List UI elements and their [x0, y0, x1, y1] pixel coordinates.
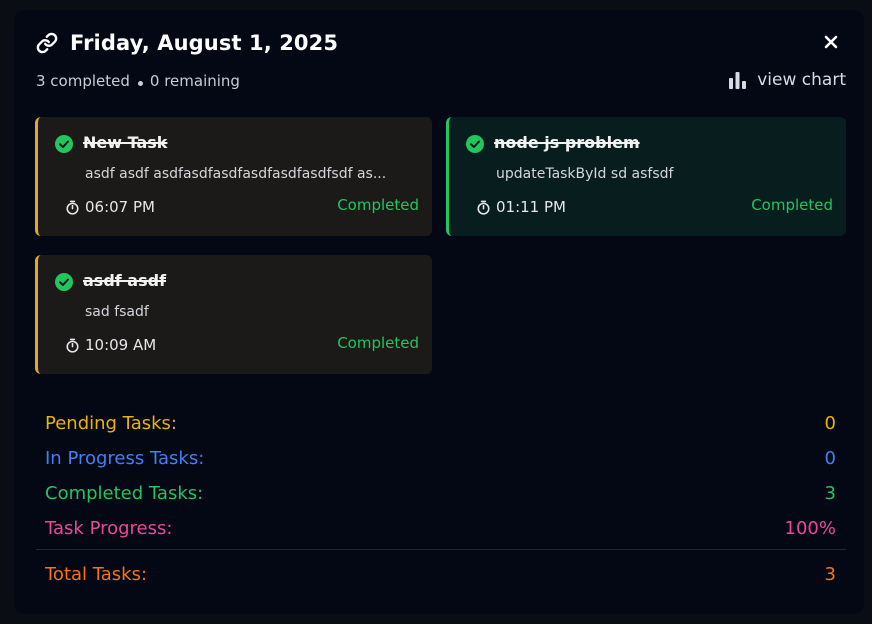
stat-label: Pending Tasks:: [45, 413, 177, 434]
task-card[interactable]: asdf asdf sad fsadf 10:09 AM Completed: [35, 255, 432, 374]
check-circle-icon: [55, 135, 73, 153]
stat-value: 0: [824, 448, 836, 469]
task-status: Completed: [751, 196, 833, 214]
dialog-header: Friday, August 1, 2025: [36, 28, 842, 58]
close-button[interactable]: [820, 31, 842, 53]
stat-label: In Progress Tasks:: [45, 448, 205, 469]
check-circle-icon: [55, 273, 73, 291]
close-icon: [824, 35, 838, 49]
separator-dot: [137, 80, 143, 86]
stopwatch-icon: [477, 200, 490, 215]
task-time-label: 06:07 PM: [85, 198, 155, 216]
stat-row-pending: Pending Tasks: 0: [45, 406, 836, 441]
task-description: sad fsadf: [85, 304, 149, 320]
total-value: 3: [824, 563, 836, 585]
task-time: 06:07 PM: [65, 198, 155, 216]
view-chart-button[interactable]: view chart: [728, 70, 846, 90]
task-time: 01:11 PM: [476, 198, 566, 216]
task-summary: 3 completed 0 remaining: [36, 72, 240, 90]
stat-row-progress: Task Progress: 100%: [45, 511, 836, 546]
stopwatch-icon: [66, 200, 79, 215]
bar-chart-icon: [728, 71, 747, 89]
task-description: asdf asdf asdfasdfasdfasdfasdfasdfsdf as…: [85, 166, 387, 182]
task-title: New Task: [83, 133, 168, 152]
task-status: Completed: [337, 334, 419, 352]
stat-value: 100%: [784, 518, 836, 539]
task-time-label: 10:09 AM: [85, 336, 157, 354]
link-icon: [36, 32, 58, 54]
stopwatch-icon: [66, 338, 79, 353]
day-tasks-dialog: Friday, August 1, 2025 3 completed 0 rem…: [14, 10, 864, 614]
task-title: node js problem: [494, 133, 640, 152]
stat-row-completed: Completed Tasks: 3: [45, 476, 836, 511]
stat-row-total: Total Tasks: 3: [45, 561, 836, 587]
dialog-title: Friday, August 1, 2025: [70, 31, 339, 55]
stat-label: Completed Tasks:: [45, 483, 204, 504]
completed-count: 3 completed: [36, 72, 130, 90]
view-chart-label: view chart: [757, 70, 846, 90]
stat-row-in-progress: In Progress Tasks: 0: [45, 441, 836, 476]
stat-label: Task Progress:: [45, 518, 173, 539]
stats-divider: [36, 549, 846, 550]
task-time: 10:09 AM: [65, 336, 156, 354]
task-description: updateTaskById sd asfsdf: [496, 166, 674, 182]
task-card[interactable]: New Task asdf asdf asdfasdfasdfasdfasdfa…: [35, 117, 432, 236]
stat-value: 3: [824, 483, 836, 504]
task-card[interactable]: node js problem updateTaskById sd asfsdf…: [446, 117, 846, 236]
task-status: Completed: [337, 196, 419, 214]
task-stats: Pending Tasks: 0 In Progress Tasks: 0 Co…: [45, 406, 836, 546]
check-circle-icon: [466, 135, 484, 153]
task-title: asdf asdf: [83, 271, 167, 290]
stat-value: 0: [824, 413, 836, 434]
task-time-label: 01:11 PM: [496, 198, 566, 216]
remaining-count: 0 remaining: [149, 72, 240, 90]
total-label: Total Tasks:: [45, 563, 148, 585]
